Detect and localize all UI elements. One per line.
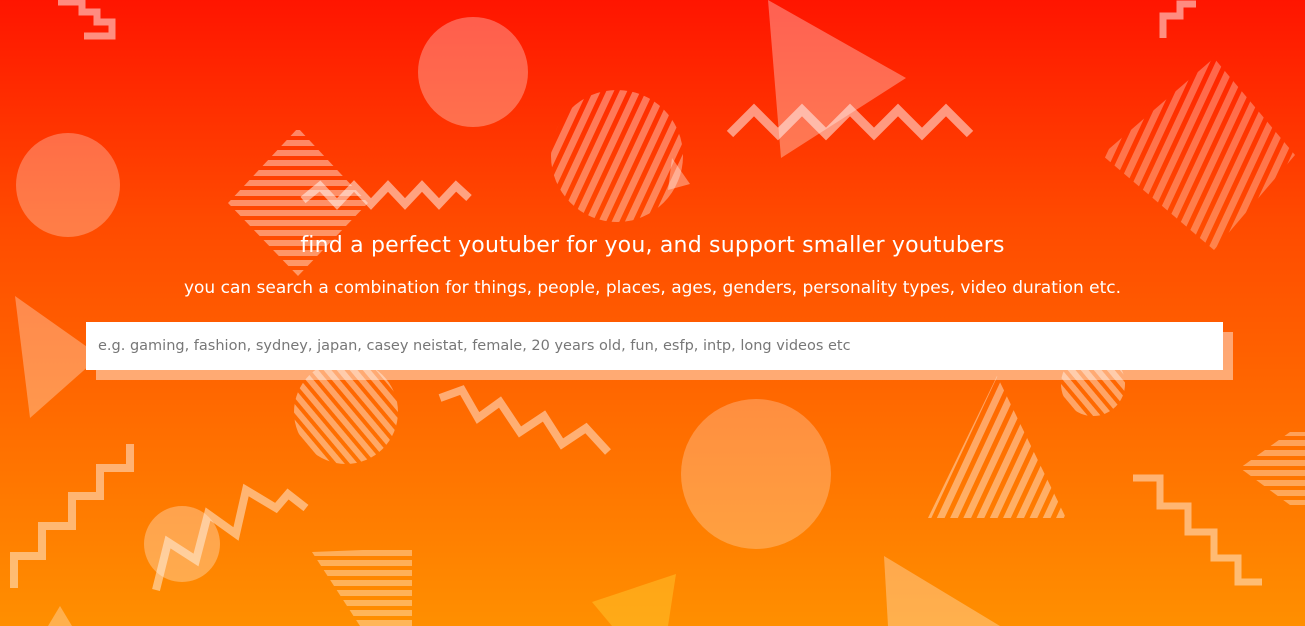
triangle-shape [884, 556, 1000, 626]
circle-shape [681, 399, 831, 549]
search-input[interactable] [86, 322, 1223, 370]
step-line-shape [10, 444, 134, 588]
striped-circle-shape [551, 90, 683, 222]
striped-triangle-shape [928, 376, 1066, 518]
zigzag-shape [726, 103, 974, 141]
hero-section: find a perfect youtuber for you, and sup… [0, 0, 1305, 626]
step-line-shape [58, 0, 116, 40]
striped-diamond-shape [1102, 58, 1295, 250]
striped-diamond-shape [1240, 432, 1305, 505]
circle-shape [16, 133, 120, 237]
triangle-shape [592, 574, 676, 626]
zigzag-shape [438, 385, 611, 455]
striped-triangle-shape [312, 548, 412, 626]
step-line-shape [1159, 0, 1196, 38]
page-subheadline: you can search a combination for things,… [183, 278, 1122, 298]
decorative-background [10, 0, 1305, 626]
triangle-shape [48, 606, 72, 626]
step-line-shape [1133, 474, 1262, 586]
circle-shape [418, 17, 528, 127]
triangle-shape [768, 0, 906, 158]
page-headline: find a perfect youtuber for you, and sup… [300, 233, 1005, 258]
